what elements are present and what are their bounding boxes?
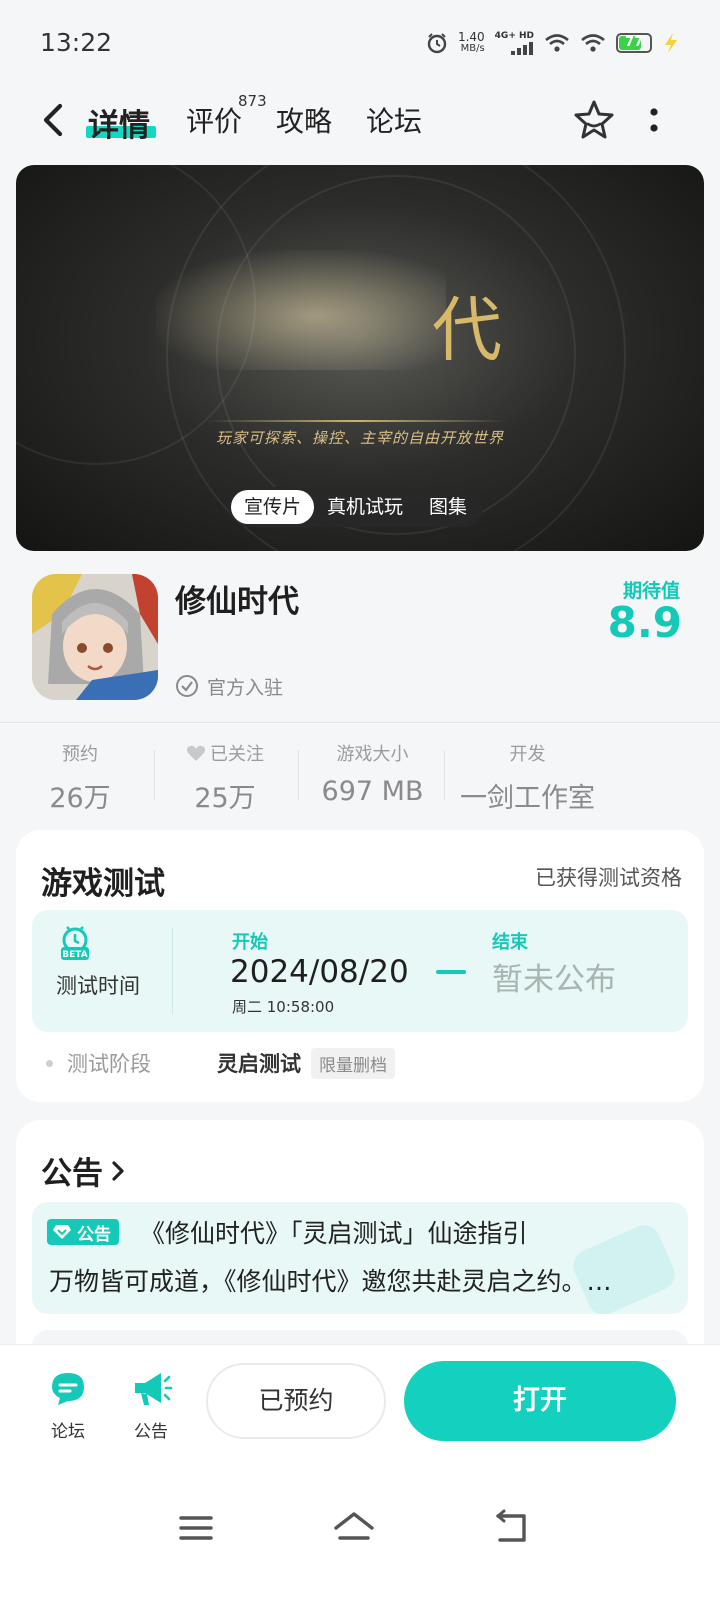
tab-details[interactable]: 详情 (88, 100, 150, 145)
open-button[interactable]: 打开 (404, 1361, 676, 1441)
notice-tag: 公告 (47, 1219, 119, 1245)
stat-divider (444, 750, 445, 800)
status-icons: 1.40 MB/s 4G+ HD 77 (426, 28, 680, 58)
game-icon[interactable] (32, 574, 158, 700)
stat-label: 游戏大小 (336, 744, 409, 765)
stat-reservations: 预约 26万 (30, 740, 130, 815)
segment-gameplay[interactable]: 真机试玩 (314, 490, 416, 524)
game-title: 修仙时代 (175, 584, 299, 620)
test-time-label: 测试时间 (56, 974, 140, 998)
menu-icon[interactable] (172, 1508, 220, 1548)
test-qualification: 已获得测试资格 (535, 866, 682, 890)
chevron-right-icon (112, 1160, 124, 1181)
test-time-box: BETA 测试时间 开始 2024/08/20 周二 10:58:00 结束 暂… (32, 910, 688, 1032)
heart-badge-icon (53, 1225, 71, 1239)
segment-trailer[interactable]: 宣传片 (231, 490, 315, 524)
charging-icon (665, 33, 677, 53)
divider (172, 928, 173, 1014)
reviews-count-badge: 873 (238, 92, 267, 110)
chat-bubble-icon (52, 1373, 84, 1405)
star-icon[interactable] (572, 98, 616, 142)
segment-gallery[interactable]: 图集 (416, 490, 480, 524)
heart-icon (186, 745, 206, 761)
stat-value: 26万 (49, 783, 111, 814)
end-label: 结束 (492, 932, 528, 953)
notice-label: 公告 (134, 1422, 168, 1442)
test-card-title: 游戏测试 (41, 866, 165, 902)
end-value: 暂未公布 (492, 962, 616, 998)
bullet-dot (46, 1059, 53, 1067)
more-icon[interactable] (640, 98, 668, 142)
beta-icon: BETA (61, 926, 89, 960)
particle-effect (156, 250, 446, 370)
alarm-icon (427, 33, 447, 54)
game-logo-glyph: 代 (432, 289, 502, 371)
battery-icon: 77 (616, 33, 652, 53)
promo-slogan: 玩家可探索、操控、主宰的自由开放世界 (215, 429, 504, 447)
stat-developer[interactable]: 开发 一剑工作室 (455, 740, 600, 815)
notice-item-body: 万物皆可成道，《修仙时代》邀您共赴灵启之约。… (49, 1267, 612, 1296)
start-label: 开始 (232, 932, 268, 953)
expectation-score: 8.9 (607, 598, 682, 647)
start-time: 周二 10:58:00 (232, 998, 335, 1016)
megaphone-icon (135, 1373, 173, 1405)
stat-label: 开发 (509, 744, 546, 765)
stat-divider (298, 750, 299, 800)
stat-size: 游戏大小 697 MB (310, 740, 435, 807)
media-segment-control: 宣传片 真机试玩 图集 (228, 487, 484, 527)
stat-label: 预约 (62, 744, 98, 765)
stage-tag: 限量删档 (311, 1047, 395, 1079)
beta-badge-text: BETA (62, 950, 87, 960)
stat-divider (154, 750, 155, 800)
notice-header[interactable]: 公告 (41, 1148, 127, 1193)
tab-forum[interactable]: 论坛 (366, 100, 422, 140)
status-bar: 13:22 1.40 MB/s 4G+ HD 77 (0, 0, 720, 80)
status-time: 13:22 (40, 28, 113, 57)
notice-item[interactable]: 公告 《修仙时代》「灵启测试」仙途指引 万物皆可成道，《修仙时代》邀您共赴灵启之… (32, 1202, 688, 1314)
promo-video[interactable]: 代 玩家可探索、操控、主宰的自由开放世界 宣传片 真机试玩 图集 (16, 165, 704, 551)
notice-tag-label: 公告 (77, 1224, 111, 1245)
system-navigation-bar (0, 1464, 720, 1600)
divider (0, 722, 720, 723)
official-badge: 官方入驻 (175, 672, 283, 700)
signal-icon: 4G+ HD (495, 31, 534, 55)
net-speed: 1.40 MB/s (457, 30, 485, 54)
start-date: 2024/08/20 (230, 954, 409, 990)
stat-label: 已关注 (210, 744, 264, 765)
notice-title: 公告 (41, 1156, 103, 1192)
stat-value: 25万 (194, 783, 256, 814)
official-label: 官方入驻 (207, 676, 284, 699)
stage-name: 灵启测试 (217, 1052, 301, 1076)
notice-shortcut[interactable]: 公告 (121, 1367, 181, 1442)
arrow-line (436, 970, 466, 974)
stage-label: 测试阶段 (67, 1052, 151, 1076)
reserved-button[interactable]: 已预约 (206, 1363, 386, 1439)
stat-value: 一剑工作室 (460, 783, 595, 814)
forum-label: 论坛 (51, 1422, 85, 1442)
game-icon-art (32, 574, 158, 700)
decorative-line (206, 420, 506, 422)
tab-reviews[interactable]: 评价 (186, 100, 242, 140)
top-header: 详情 评价 873 攻略 论坛 (0, 80, 720, 160)
home-icon[interactable] (330, 1508, 378, 1548)
stat-followers[interactable]: 已关注 25万 (170, 740, 280, 815)
back-nav-icon[interactable] (488, 1508, 536, 1548)
test-stage-row: 测试阶段 灵启测试 限量删档 (46, 1046, 395, 1080)
stat-value: 697 MB (321, 776, 424, 807)
game-test-card: 游戏测试 已获得测试资格 BETA 测试时间 开始 2024/08/20 周二 … (16, 830, 704, 1102)
check-circle-icon (176, 675, 198, 697)
bottom-action-bar: 论坛 公告 已预约 打开 (0, 1344, 720, 1464)
wifi-icon (545, 34, 569, 52)
back-icon[interactable] (34, 98, 74, 142)
forum-shortcut[interactable]: 论坛 (38, 1367, 98, 1442)
tab-guides[interactable]: 攻略 (276, 100, 332, 140)
notice-item-title: 《修仙时代》「灵启测试」仙途指引 (140, 1219, 528, 1248)
wifi-icon (581, 34, 605, 52)
